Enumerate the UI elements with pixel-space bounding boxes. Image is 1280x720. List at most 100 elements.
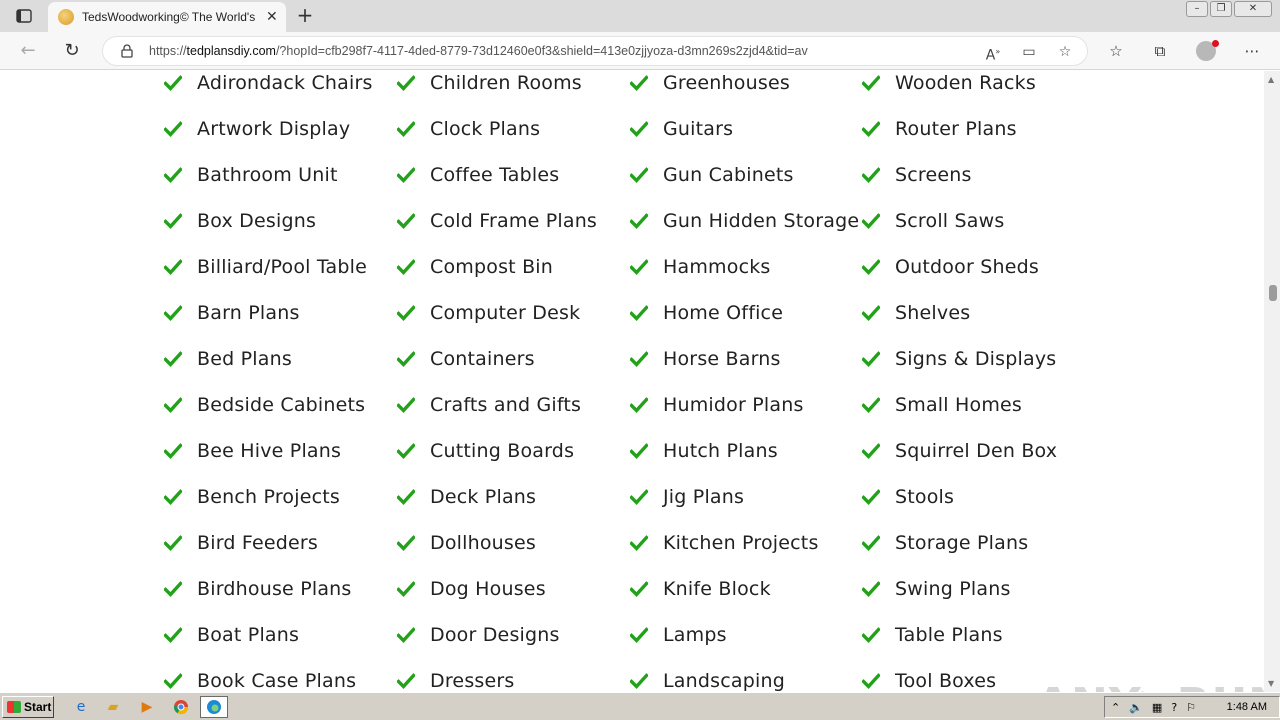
restore-button[interactable]: ❐ (1210, 1, 1232, 17)
tab-actions-icon[interactable] (10, 6, 38, 26)
help-icon[interactable]: ? (1171, 701, 1177, 714)
media-player-icon[interactable]: ▶ (136, 697, 158, 717)
checkmark-icon (862, 167, 880, 183)
category-label: Cold Frame Plans (430, 210, 598, 232)
page-content: Adirondack Chairs Artwork Display Bathroom… (0, 71, 1264, 692)
checkmark-icon (164, 397, 182, 413)
ie-icon[interactable]: e (70, 697, 92, 717)
category-label: Shelves (895, 302, 971, 324)
network-icon[interactable]: ▦ (1152, 701, 1162, 714)
system-tray: ⌃ 🔈 ▦ ? ⚐ 1:48 AM (1104, 696, 1280, 718)
url-path: /?hopId=cfb298f7-4117-4ded-8779-73d12460… (275, 44, 808, 58)
category-label: Signs & Displays (895, 348, 1057, 370)
url-domain: tedplansdiy.com (186, 44, 276, 58)
checkmark-icon (630, 581, 648, 597)
tray-expand-icon[interactable]: ⌃ (1111, 701, 1120, 714)
immersive-reader-icon[interactable]: ▭ (1019, 42, 1039, 62)
category-label: Humidor Plans (663, 394, 804, 416)
add-favorite-icon[interactable]: ☆ (1055, 42, 1075, 62)
category-label: Small Homes (895, 394, 1023, 416)
checkmark-icon (164, 443, 182, 459)
category-list-item: Table Plans (862, 612, 1003, 658)
profile-avatar[interactable] (1196, 40, 1219, 61)
checkmark-icon (397, 213, 415, 229)
checkmark-icon (630, 535, 648, 551)
category-list-item: Box Designs (164, 198, 316, 244)
category-label: Tool Boxes (895, 670, 997, 692)
start-button[interactable]: Start (2, 696, 54, 718)
category-label: Bee Hive Plans (197, 440, 342, 462)
address-bar[interactable]: https://tedplansdiy.com/?hopId=cfb298f7-… (102, 36, 1088, 66)
checkmark-icon (862, 213, 880, 229)
checkmark-icon (164, 581, 182, 597)
checkmark-icon (397, 351, 415, 367)
category-list-item: Humidor Plans (630, 382, 804, 428)
scroll-thumb[interactable] (1269, 285, 1277, 301)
category-list-item: Barn Plans (164, 290, 300, 336)
category-label: Computer Desk (430, 302, 581, 324)
category-label: Compost Bin (430, 256, 554, 278)
category-list-item: Storage Plans (862, 520, 1028, 566)
category-label: Dollhouses (430, 532, 537, 554)
category-label: Wooden Racks (895, 72, 1036, 94)
close-window-button[interactable]: ✕ (1234, 1, 1272, 17)
category-label: Birdhouse Plans (197, 578, 352, 600)
more-menu-icon[interactable]: ⋯ (1240, 40, 1264, 62)
category-list-item: Dog Houses (397, 566, 546, 612)
site-favicon-icon (58, 9, 74, 25)
checkmark-icon (397, 305, 415, 321)
minimize-button[interactable]: – (1186, 1, 1208, 17)
category-list-item: Knife Block (630, 566, 771, 612)
checkmark-icon (630, 167, 648, 183)
action-center-icon[interactable]: ⚐ (1186, 701, 1196, 714)
chrome-icon[interactable] (170, 697, 192, 717)
lock-icon[interactable] (121, 44, 133, 58)
category-list-item: Outdoor Sheds (862, 244, 1039, 290)
refresh-button[interactable]: ↻ (60, 40, 84, 62)
category-label: Bed Plans (197, 348, 292, 370)
category-label: Dog Houses (430, 578, 546, 600)
checkmark-icon (397, 75, 415, 91)
category-label: Swing Plans (895, 578, 1011, 600)
category-label: Box Designs (197, 210, 317, 232)
back-button[interactable]: ← (16, 40, 40, 62)
checkmark-icon (397, 443, 415, 459)
checkmark-icon (862, 489, 880, 505)
anyrun-watermark: ANY▷RUN (1036, 679, 1264, 692)
read-aloud-icon[interactable]: A» (983, 42, 1003, 64)
vertical-scrollbar[interactable]: ▲ ▼ (1264, 71, 1280, 692)
browser-tab[interactable]: TedsWoodworking© The World's ✕ (48, 2, 286, 32)
checkmark-icon (164, 75, 182, 91)
checkmark-icon (164, 121, 182, 137)
volume-icon[interactable]: 🔈 (1129, 701, 1143, 714)
category-list-item: Squirrel Den Box (862, 428, 1057, 474)
url-text[interactable]: https://tedplansdiy.com/?hopId=cfb298f7-… (149, 44, 808, 58)
favorites-icon[interactable]: ☆ (1104, 40, 1128, 62)
scroll-up-icon[interactable]: ▲ (1268, 75, 1274, 84)
category-label: Bench Projects (197, 486, 340, 508)
category-list-item: Coffee Tables (397, 152, 559, 198)
category-list-item: Bathroom Unit (164, 152, 338, 198)
explorer-icon[interactable]: ▰ (102, 697, 124, 717)
category-list-item: Jig Plans (630, 474, 744, 520)
checkmark-icon (164, 305, 182, 321)
tab-close-icon[interactable]: ✕ (266, 9, 278, 25)
category-list-item: Swing Plans (862, 566, 1011, 612)
checkmark-icon (164, 351, 182, 367)
collections-icon[interactable]: ⧉ (1148, 40, 1172, 62)
edge-icon[interactable] (200, 696, 228, 718)
category-list-item: Home Office (630, 290, 783, 336)
category-list-item: Wooden Racks (862, 71, 1036, 106)
category-list-item: Dressers (397, 658, 515, 692)
scroll-down-icon[interactable]: ▼ (1268, 679, 1274, 688)
category-list-item: Guitars (630, 106, 733, 152)
category-label: Storage Plans (895, 532, 1029, 554)
category-label: Door Designs (430, 624, 560, 646)
category-list-item: Computer Desk (397, 290, 580, 336)
checkmark-icon (862, 443, 880, 459)
checkmark-icon (862, 75, 880, 91)
category-list-item: Door Designs (397, 612, 560, 658)
new-tab-button[interactable]: + (294, 4, 316, 26)
checkmark-icon (397, 627, 415, 643)
category-list-item: Scroll Saws (862, 198, 1004, 244)
